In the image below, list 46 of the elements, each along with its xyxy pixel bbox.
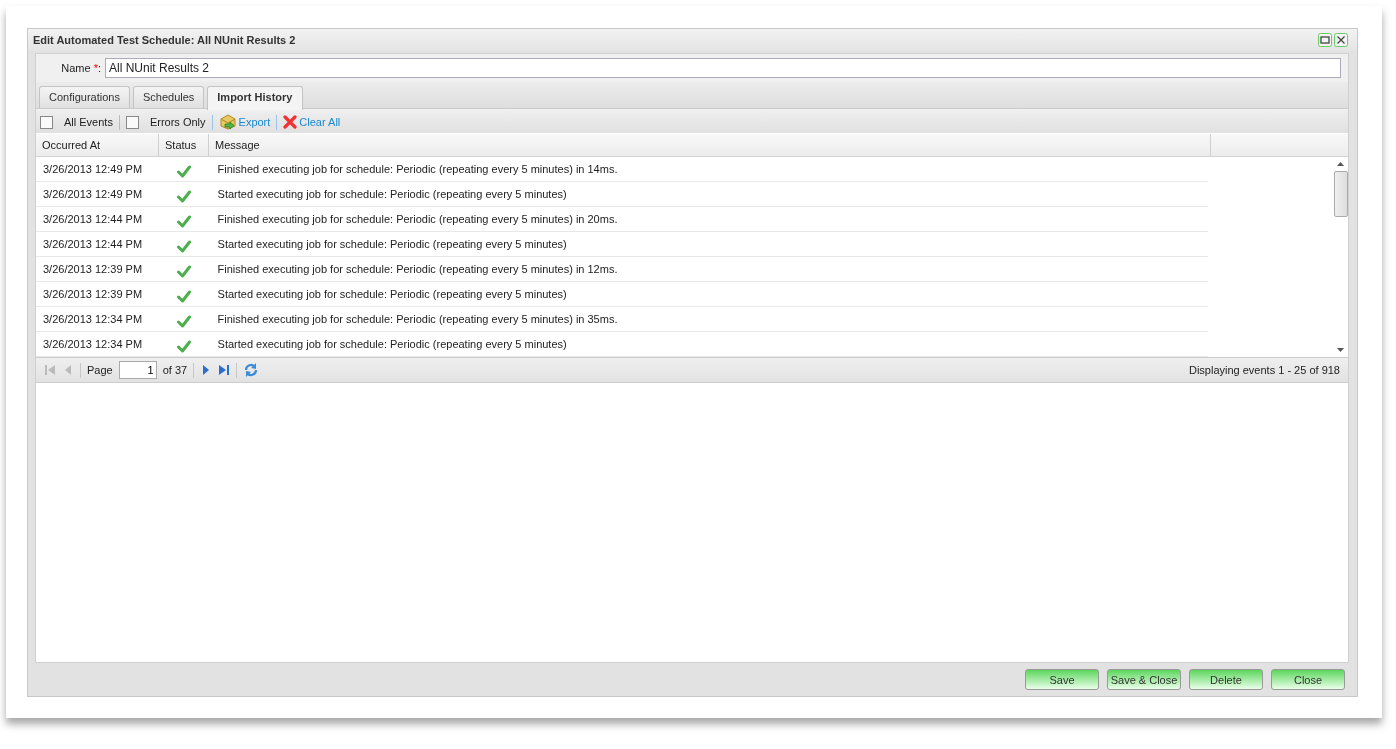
action-button[interactable]: Save <box>1025 669 1099 690</box>
package-icon <box>218 114 237 130</box>
table-cell-text: Started executing job for schedule: Periodic (repeating every 5 minutes) <box>216 288 568 300</box>
checkbox[interactable] <box>40 115 53 129</box>
action-button[interactable]: Delete <box>1189 669 1263 690</box>
window-title: Edit Automated Test Schedule: All NUnit Results 2 <box>33 34 296 46</box>
checkbox-label: All Events <box>64 116 113 128</box>
table-cell-text: Finished executing job for schedule: Periodic (repeating every 5 minutes) in 35ms. <box>216 313 619 325</box>
tab[interactable]: Configurations <box>39 86 130 108</box>
table-cell-text: 3/26/2013 12:49 PM <box>42 188 144 200</box>
name-field[interactable]: All NUnit Results 2 <box>105 58 1341 78</box>
table-cell-text: 3/26/2013 12:44 PM <box>42 213 144 225</box>
table-cell-text: 3/26/2013 12:34 PM <box>42 338 144 350</box>
table-cell-text: 3/26/2013 12:44 PM <box>42 238 144 250</box>
down-arrow-icon <box>1337 348 1344 352</box>
tab[interactable]: Import History <box>207 86 303 110</box>
column-header[interactable]: Status <box>159 134 209 156</box>
column-header[interactable]: Message <box>209 134 1211 156</box>
page-count: of 37 <box>162 364 188 376</box>
table-cell-text: 3/26/2013 12:34 PM <box>42 313 144 325</box>
up-arrow-icon <box>1337 162 1344 166</box>
table-cell-text: Finished executing job for schedule: Periodic (repeating every 5 minutes) in 12ms. <box>216 263 619 275</box>
checkbox-label: Errors Only <box>149 116 206 128</box>
table-cell-text: Started executing job for schedule: Periodic (repeating every 5 minutes) <box>216 238 568 250</box>
name-label: Name *: <box>60 62 101 74</box>
column-header[interactable]: Occurred At <box>36 134 159 156</box>
table-cell-text: Started executing job for schedule: Periodic (repeating every 5 minutes) <box>216 188 568 200</box>
close-icon[interactable] <box>1334 33 1348 47</box>
table-cell-text: Started executing job for schedule: Periodic (repeating every 5 minutes) <box>216 338 568 350</box>
action-button[interactable]: Close <box>1271 669 1345 690</box>
tab[interactable]: Schedules <box>132 86 205 108</box>
table-cell-text: 3/26/2013 12:39 PM <box>42 263 144 275</box>
checkbox[interactable] <box>125 115 139 129</box>
table-cell-text: Finished executing job for schedule: Periodic (repeating every 5 minutes) in 14ms. <box>216 163 619 175</box>
table-cell-text: Finished executing job for schedule: Periodic (repeating every 5 minutes) in 20ms. <box>216 213 619 225</box>
last-page-icon[interactable] <box>218 364 231 376</box>
table-cell-text: 3/26/2013 12:39 PM <box>42 288 144 300</box>
action-button[interactable]: Save & Close <box>1107 669 1181 690</box>
page-number-field[interactable]: 1 <box>118 361 157 379</box>
page-label: Page <box>87 364 113 376</box>
scroll-thumb[interactable] <box>1333 171 1348 217</box>
maximize-icon[interactable] <box>1318 33 1332 47</box>
x-icon <box>283 115 298 129</box>
paging-summary: Displaying events 1 - 25 of 918 <box>1188 364 1340 376</box>
table-cell-text: 3/26/2013 12:49 PM <box>42 163 144 175</box>
refresh-icon[interactable] <box>243 362 260 378</box>
